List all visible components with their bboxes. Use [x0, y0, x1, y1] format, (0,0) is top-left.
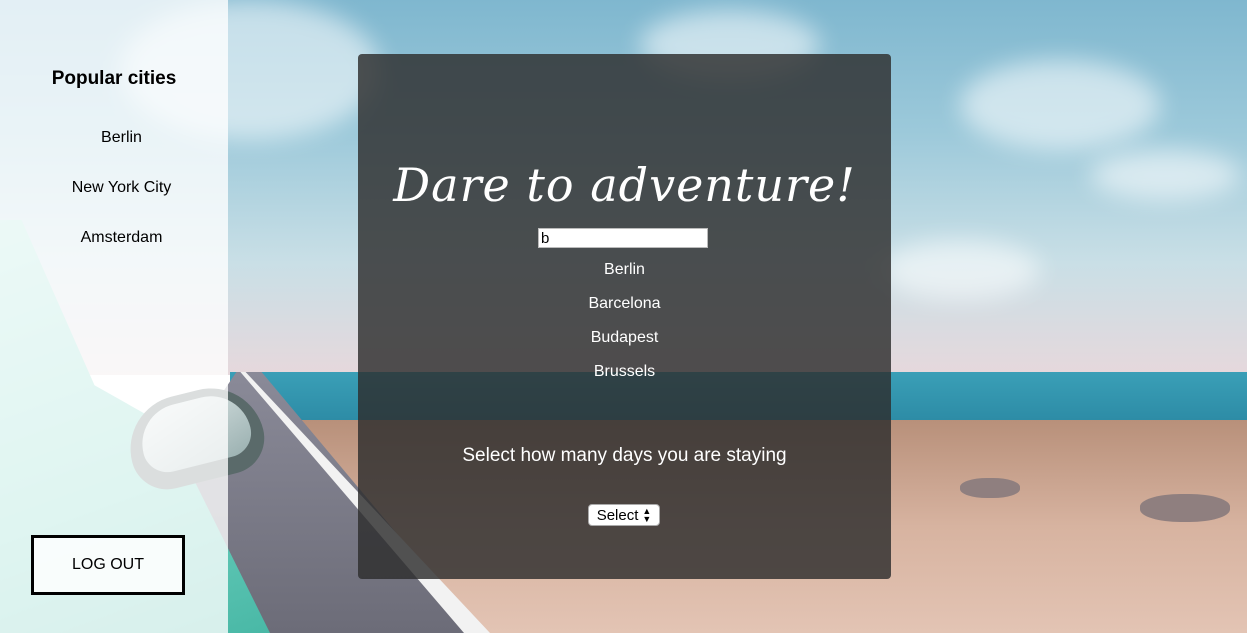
logout-button[interactable]: LOG OUT — [31, 535, 185, 595]
suggestion-item[interactable]: Budapest — [358, 329, 891, 347]
sidebar-city-amsterdam[interactable]: Amsterdam — [0, 229, 243, 247]
sidebar-city-berlin[interactable]: Berlin — [0, 129, 243, 147]
cloud — [880, 240, 1040, 300]
suggestion-item[interactable]: Brussels — [358, 363, 891, 381]
sidebar-city-new-york-city[interactable]: New York City — [0, 179, 243, 197]
cloud — [1090, 150, 1240, 200]
days-select[interactable]: Select ▲ ▼ — [588, 504, 660, 526]
suggestion-item[interactable]: Berlin — [358, 261, 891, 279]
rock — [960, 478, 1020, 498]
city-search-input[interactable] — [538, 228, 708, 248]
suggestion-item[interactable]: Barcelona — [358, 295, 891, 313]
rock — [1140, 494, 1230, 522]
search-panel: Dare to adventure! Berlin Barcelona Buda… — [358, 54, 891, 579]
cloud — [960, 60, 1160, 150]
select-arrows-icon: ▲ ▼ — [642, 506, 652, 524]
page-title: Dare to adventure! — [393, 158, 856, 212]
days-label: Select how many days you are staying — [462, 445, 787, 466]
sidebar-title: Popular cities — [51, 68, 177, 89]
days-select-value: Select — [596, 506, 639, 524]
sidebar: Popular cities Berlin New York City Amst… — [0, 0, 228, 633]
